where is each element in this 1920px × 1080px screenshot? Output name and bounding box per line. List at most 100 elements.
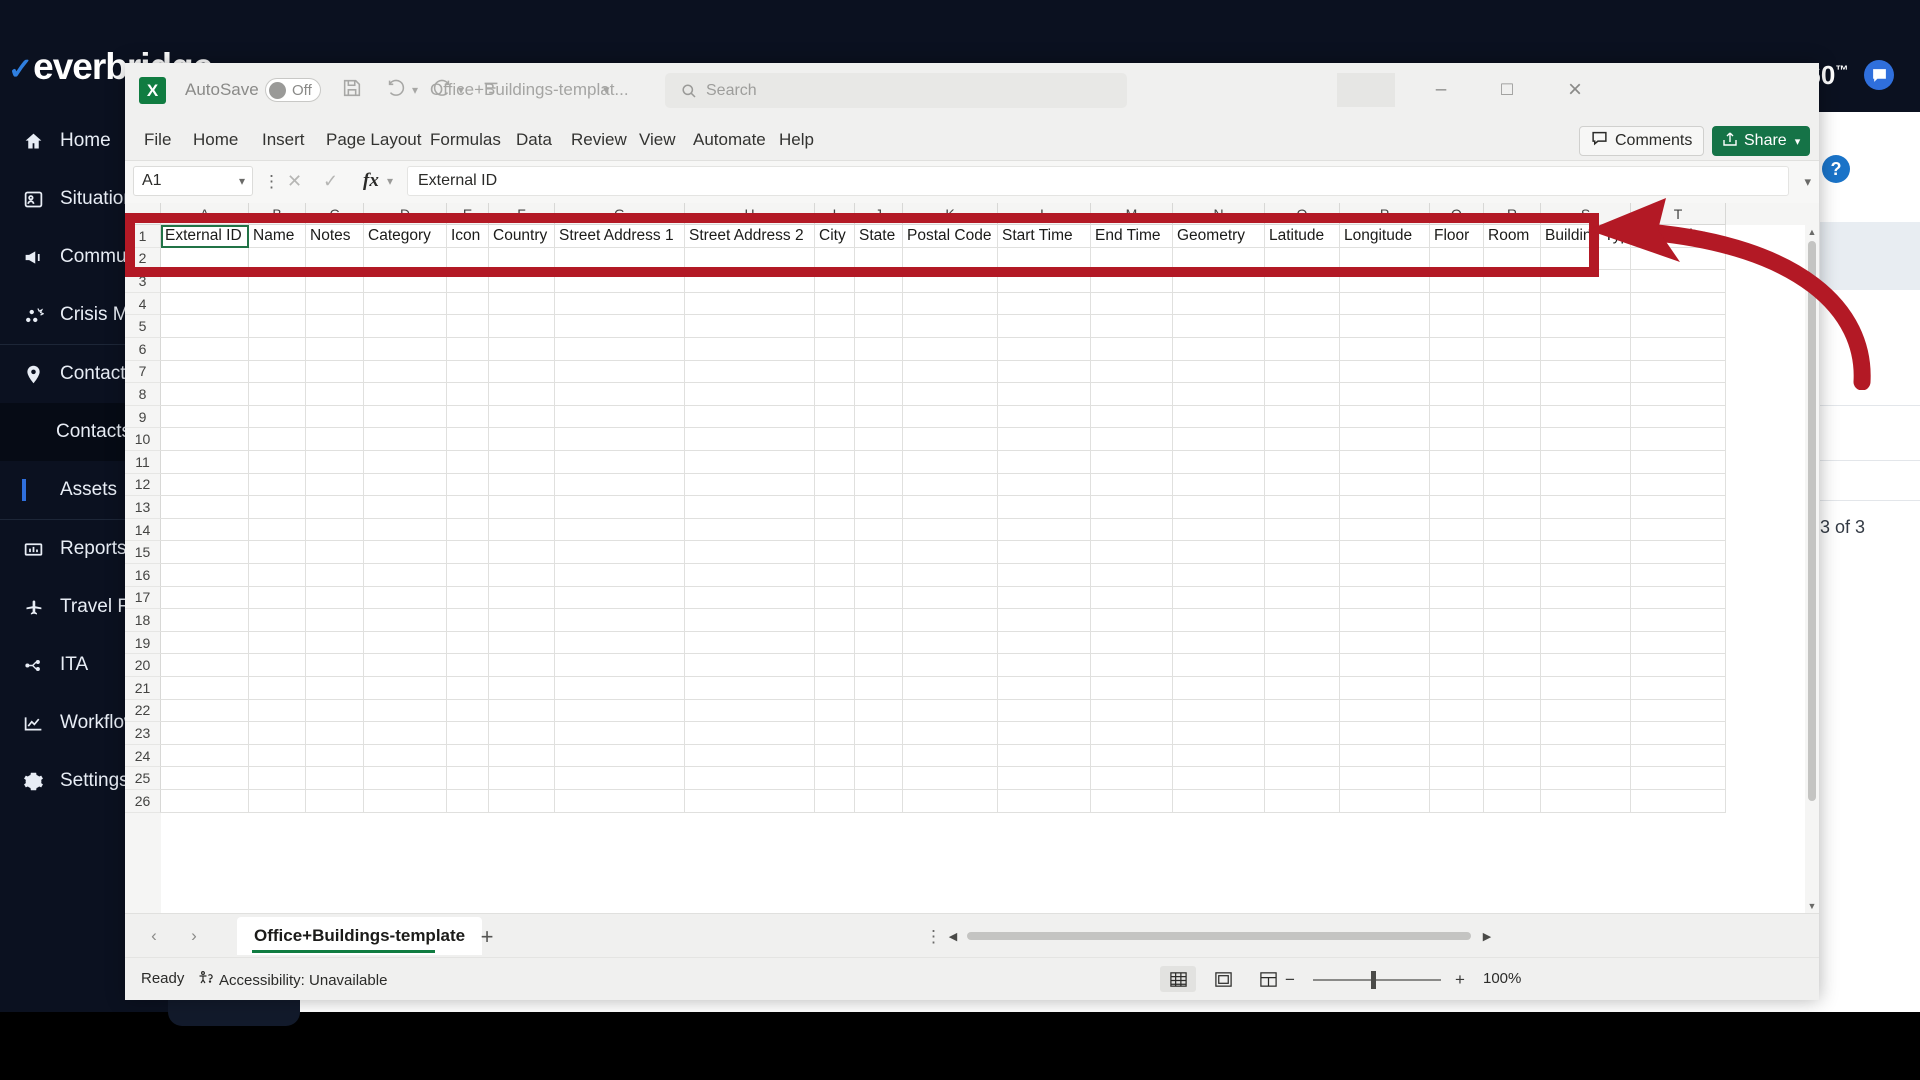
grid-cell[interactable] — [1265, 564, 1340, 587]
grid-cell[interactable] — [903, 405, 998, 429]
grid-cell[interactable] — [1173, 767, 1265, 790]
grid-cell[interactable] — [489, 451, 555, 474]
grid-cell[interactable] — [998, 247, 1091, 271]
grid-cell[interactable] — [855, 699, 903, 723]
grid-cell[interactable] — [364, 473, 447, 497]
grid-cell[interactable] — [249, 790, 306, 813]
document-title[interactable]: Office+Buildings-templat... — [430, 80, 629, 100]
grid-cell[interactable] — [447, 586, 489, 610]
grid-cell[interactable] — [903, 654, 998, 677]
save-icon[interactable] — [341, 77, 363, 104]
grid-cell[interactable] — [489, 609, 555, 632]
row-header-22[interactable]: 22 — [125, 699, 161, 723]
column-header-G[interactable]: G — [555, 203, 685, 225]
header-cell[interactable]: Start Time — [998, 225, 1091, 248]
grid-cell[interactable] — [161, 496, 249, 519]
grid-cell[interactable] — [161, 677, 249, 700]
grid-cell[interactable] — [1265, 315, 1340, 338]
grid-cell[interactable] — [249, 428, 306, 451]
grid-cell[interactable] — [1484, 496, 1541, 519]
grid-cell[interactable] — [685, 541, 815, 564]
grid-cell[interactable] — [1484, 405, 1541, 429]
grid-cell[interactable] — [998, 518, 1091, 542]
grid-cell[interactable] — [1340, 631, 1430, 655]
grid-cell[interactable] — [364, 292, 447, 316]
grid-cell[interactable] — [306, 767, 364, 790]
row-header-1[interactable]: 1 — [125, 225, 161, 248]
grid-cell[interactable] — [306, 292, 364, 316]
grid-cell[interactable] — [1173, 451, 1265, 474]
row-header-7[interactable]: 7 — [125, 360, 161, 384]
header-cell[interactable]: Notes — [306, 225, 364, 248]
grid-cell[interactable] — [1173, 541, 1265, 564]
grid-cell[interactable] — [1484, 451, 1541, 474]
grid-cell[interactable] — [855, 609, 903, 632]
grid-cell[interactable] — [447, 428, 489, 451]
column-header-I[interactable]: I — [815, 203, 855, 225]
grid-cell[interactable] — [1091, 315, 1173, 338]
share-chevron-down-icon[interactable]: ▾ — [1795, 135, 1801, 148]
column-header-D[interactable]: D — [364, 203, 447, 225]
grid-cell[interactable] — [1541, 654, 1631, 677]
formula-input[interactable]: External ID — [407, 166, 1789, 196]
scroll-left-arrow-icon[interactable]: ◀ — [945, 927, 961, 945]
grid-cell[interactable] — [161, 609, 249, 632]
header-cell[interactable]: Geometry — [1173, 225, 1265, 248]
grid-cell[interactable] — [1484, 654, 1541, 677]
grid-cell[interactable] — [685, 270, 815, 293]
grid-cell[interactable] — [1265, 699, 1340, 723]
grid-cell[interactable] — [249, 609, 306, 632]
grid-cell[interactable] — [855, 790, 903, 813]
grid-cell[interactable] — [447, 790, 489, 813]
row-header-6[interactable]: 6 — [125, 338, 161, 361]
grid-cell[interactable] — [161, 473, 249, 497]
grid-cell[interactable] — [1484, 722, 1541, 745]
grid-cell[interactable] — [447, 338, 489, 361]
grid-cell[interactable] — [555, 428, 685, 451]
header-cell[interactable]: Building Type — [1541, 225, 1631, 248]
grid-cell[interactable] — [1484, 699, 1541, 723]
grid-cell[interactable] — [306, 338, 364, 361]
grid-cell[interactable] — [161, 790, 249, 813]
grid-cell[interactable] — [815, 360, 855, 384]
grid-cell[interactable] — [998, 564, 1091, 587]
grid-cell[interactable] — [555, 405, 685, 429]
grid-cell[interactable] — [1541, 292, 1631, 316]
grid-cell[interactable] — [1541, 744, 1631, 768]
grid-cell[interactable] — [815, 247, 855, 271]
header-cell[interactable]: Room — [1484, 225, 1541, 248]
grid-cell[interactable] — [855, 564, 903, 587]
grid-cell[interactable] — [555, 564, 685, 587]
grid-cell[interactable] — [1265, 405, 1340, 429]
grid-cell[interactable] — [555, 654, 685, 677]
grid-cell[interactable] — [855, 428, 903, 451]
row-header-18[interactable]: 18 — [125, 609, 161, 632]
grid-cell[interactable] — [555, 360, 685, 384]
grid-cell[interactable] — [1631, 631, 1726, 655]
grid-cell[interactable] — [685, 722, 815, 745]
grid-cell[interactable] — [1430, 496, 1484, 519]
grid-cell[interactable] — [306, 631, 364, 655]
grid-cell[interactable] — [447, 654, 489, 677]
grid-cell[interactable] — [685, 338, 815, 361]
grid-cell[interactable] — [1631, 473, 1726, 497]
grid-cell[interactable] — [1173, 586, 1265, 610]
grid-cell[interactable] — [1430, 360, 1484, 384]
grid-cell[interactable] — [161, 699, 249, 723]
grid-cell[interactable] — [1091, 586, 1173, 610]
grid-cell[interactable] — [555, 292, 685, 316]
grid-cell[interactable] — [364, 586, 447, 610]
grid-cell[interactable] — [161, 360, 249, 384]
grid-cell[interactable] — [489, 586, 555, 610]
grid-cell[interactable] — [306, 405, 364, 429]
row-header-25[interactable]: 25 — [125, 767, 161, 790]
grid-cell[interactable] — [306, 564, 364, 587]
grid-cell[interactable] — [1541, 790, 1631, 813]
tab-formulas[interactable]: Formulas — [419, 125, 512, 154]
grid-cell[interactable] — [855, 518, 903, 542]
grid-cell[interactable] — [306, 518, 364, 542]
vertical-scrollbar[interactable]: ▲ ▼ — [1805, 225, 1819, 913]
grid-cell[interactable] — [903, 609, 998, 632]
grid-cell[interactable] — [1484, 360, 1541, 384]
grid-cell[interactable] — [1484, 315, 1541, 338]
